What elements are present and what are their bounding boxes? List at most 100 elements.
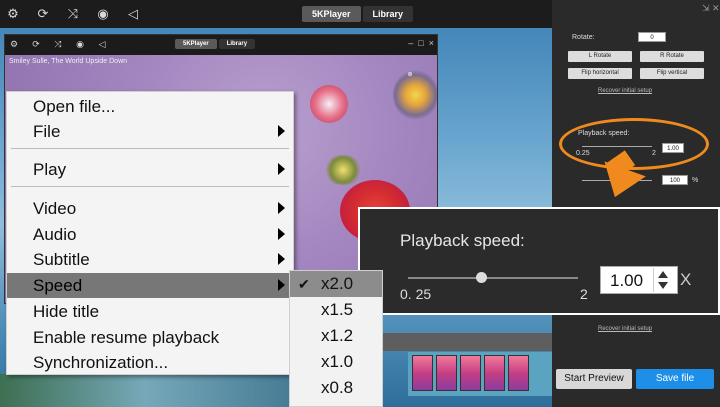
recover-link[interactable]: Recover initial setup: [598, 326, 652, 332]
speed-option-label: x2.0: [321, 274, 354, 293]
menu-divider: [11, 148, 289, 149]
menu-item-speed[interactable]: Speed: [7, 273, 293, 298]
tab-library[interactable]: Library: [218, 39, 256, 49]
speed-option-label: x0.8: [321, 378, 354, 397]
r-rotate-button[interactable]: R Rotate: [640, 51, 704, 62]
menu-item-label: Subtitle: [33, 249, 90, 269]
menu-item-label: Open file...: [33, 96, 116, 116]
menu-item-label: Synchronization...: [33, 352, 169, 372]
rotate-input[interactable]: 0: [638, 32, 666, 42]
zoom-title: Playback speed:: [400, 231, 525, 250]
thumbnail[interactable]: [508, 355, 529, 391]
menu-divider: [11, 186, 289, 187]
submenu-arrow-icon: [278, 228, 285, 240]
close-icon[interactable]: ×: [429, 38, 434, 48]
thumbnail[interactable]: [436, 355, 457, 391]
minimize-icon[interactable]: –: [408, 38, 413, 48]
playback-speed-zoom: Playback speed: 0. 25 2 1.00 X: [358, 207, 720, 315]
sound-icon[interactable]: ◁: [126, 8, 140, 21]
speed-option[interactable]: x0.8: [290, 375, 382, 401]
checkmark-icon: ✔: [298, 275, 310, 292]
filmstrip-left: [0, 374, 290, 407]
menu-item-file[interactable]: File: [7, 119, 293, 144]
settings-icon[interactable]: ⚙: [6, 8, 20, 21]
refresh-icon[interactable]: ⟳: [36, 8, 50, 21]
refresh-icon[interactable]: ⟳: [31, 39, 41, 52]
airplay-icon[interactable]: ⊛: [399, 71, 421, 95]
speed-option[interactable]: x1.2: [290, 323, 382, 349]
speed-option-label: x1.2: [321, 326, 354, 345]
maximize-icon[interactable]: □: [418, 38, 423, 48]
speed-max-label: 2: [580, 286, 588, 302]
menu-item-label: Hide title: [33, 301, 100, 321]
speed-slider-track[interactable]: [408, 277, 578, 279]
window-controls-icon[interactable]: ⇲ ✕: [702, 3, 720, 14]
dvd-icon[interactable]: ◉: [96, 8, 110, 21]
menu-item-video[interactable]: Video: [7, 196, 293, 221]
settings-icon[interactable]: ⚙: [9, 39, 19, 52]
menu-item-resume-playback[interactable]: Enable resume playback: [7, 325, 293, 350]
speed-submenu: ✔ x2.0 x1.5 x1.2 x1.0 x0.8: [289, 270, 383, 407]
speed-option-label: x1.5: [321, 300, 354, 319]
submenu-arrow-icon: [278, 253, 285, 265]
thumbnail[interactable]: [412, 355, 433, 391]
tab-5kplayer[interactable]: 5KPlayer: [175, 39, 217, 49]
menu-item-label: File: [33, 121, 61, 141]
menu-item-hide-title[interactable]: Hide title: [7, 299, 293, 324]
context-menu: Open file... File Play Video Audio Subti…: [6, 91, 294, 375]
speed-spinner[interactable]: [653, 268, 670, 292]
submenu-arrow-icon: [278, 202, 285, 214]
flip-horizontal-button[interactable]: Flip horizontal: [568, 68, 632, 79]
menu-item-open-file[interactable]: Open file...: [7, 94, 293, 119]
speed-option[interactable]: x1.0: [290, 349, 382, 375]
menu-item-audio[interactable]: Audio: [7, 222, 293, 247]
tab-5kplayer[interactable]: 5KPlayer: [302, 6, 361, 22]
inner-tabs: 5KPlayer Library: [175, 39, 256, 49]
speed-slider-thumb[interactable]: [475, 272, 487, 283]
menu-item-label: Audio: [33, 224, 77, 244]
rotate-label: Rotate:: [572, 34, 595, 41]
l-rotate-button[interactable]: L Rotate: [568, 51, 632, 62]
spin-up-icon[interactable]: [658, 271, 668, 278]
video-title: Smiley Sulle, The World Upside Down: [9, 58, 128, 65]
submenu-arrow-icon: [278, 163, 285, 175]
menu-item-label: Speed: [33, 275, 83, 295]
flip-vertical-button[interactable]: Flip vertical: [640, 68, 704, 79]
filmstrip: [408, 352, 552, 396]
shuffle-icon[interactable]: ⤨: [66, 8, 80, 21]
speed-value: 1.00: [610, 271, 644, 290]
menu-item-play[interactable]: Play: [7, 157, 293, 182]
menu-item-label: Video: [33, 198, 77, 218]
menu-item-synchronization[interactable]: Synchronization...: [7, 350, 293, 375]
speed-option-label: x1.0: [321, 352, 354, 371]
settings-panel: Rotate: 0 L Rotate R Rotate Flip horizon…: [552, 0, 720, 407]
recover-link[interactable]: Recover initial setup: [598, 88, 652, 94]
start-preview-button[interactable]: Start Preview: [556, 369, 632, 389]
submenu-arrow-icon: [278, 125, 285, 137]
spin-down-icon[interactable]: [658, 282, 668, 289]
top-toolbar: ⚙ ⟳ ⤨ ◉ ◁: [0, 0, 552, 28]
window-controls: – □ ×: [408, 38, 434, 48]
highlight-oval: [559, 118, 709, 170]
thumbnail[interactable]: [484, 355, 505, 391]
tab-library[interactable]: Library: [362, 6, 414, 22]
dvd-icon[interactable]: ◉: [75, 39, 85, 52]
submenu-arrow-icon: [278, 279, 285, 291]
menu-item-subtitle[interactable]: Subtitle: [7, 247, 293, 272]
video-object: [323, 155, 363, 185]
shuffle-icon[interactable]: ⤨: [53, 39, 63, 52]
sound-icon[interactable]: ◁: [97, 39, 107, 52]
video-object: [310, 85, 348, 123]
menu-item-label: Enable resume playback: [33, 327, 220, 347]
speed-option[interactable]: x1.5: [290, 297, 382, 323]
speed-unit: X: [680, 270, 692, 289]
timeline-bar[interactable]: [380, 333, 552, 351]
speed-min-label: 0. 25: [400, 286, 432, 302]
thumbnail[interactable]: [460, 355, 481, 391]
percent-input[interactable]: 100: [662, 175, 688, 185]
save-file-button[interactable]: Save file: [636, 369, 714, 389]
top-tabs: 5KPlayer Library: [302, 6, 414, 22]
menu-item-label: Play: [33, 159, 67, 179]
percent-unit: %: [692, 177, 699, 184]
speed-option[interactable]: ✔ x2.0: [290, 271, 382, 297]
